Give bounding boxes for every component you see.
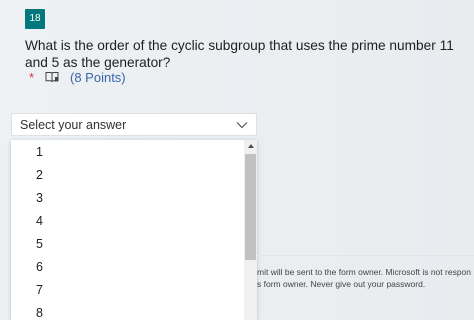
question-title: What is the order of the cyclic subgroup… xyxy=(25,38,454,70)
answer-option[interactable]: 7 xyxy=(11,279,243,302)
question-meta: * (8 Points) xyxy=(25,69,126,85)
dropdown-scrollbar[interactable] xyxy=(244,140,257,320)
answer-option[interactable]: 1 xyxy=(11,141,243,164)
divider xyxy=(257,255,474,256)
answer-option[interactable]: 6 xyxy=(11,256,243,279)
answer-option[interactable]: 2 xyxy=(11,164,243,187)
privacy-notice: mit will be sent to the form owner. Micr… xyxy=(257,266,474,290)
scroll-up-arrow-icon[interactable] xyxy=(248,144,254,148)
answer-option[interactable]: 4 xyxy=(11,210,243,233)
answer-select-placeholder: Select your answer xyxy=(20,117,127,132)
privacy-notice-line: mit will be sent to the form owner. Micr… xyxy=(257,267,472,277)
question-number-badge: 18 xyxy=(25,9,45,29)
question-points: (8 Points) xyxy=(70,69,126,85)
immersive-reader-icon[interactable] xyxy=(45,71,59,83)
answer-option[interactable]: 3 xyxy=(11,187,243,210)
answer-dropdown-list: 1 2 3 4 5 6 7 8 xyxy=(11,140,257,320)
chevron-down-icon xyxy=(236,121,248,128)
answer-option[interactable]: 5 xyxy=(11,233,243,256)
answer-select[interactable]: Select your answer xyxy=(11,113,257,136)
scrollbar-thumb[interactable] xyxy=(245,154,256,260)
required-indicator: * xyxy=(29,69,35,85)
privacy-notice-line: s form owner. Never give out your passwo… xyxy=(257,279,426,289)
answer-option[interactable]: 8 xyxy=(11,302,243,320)
